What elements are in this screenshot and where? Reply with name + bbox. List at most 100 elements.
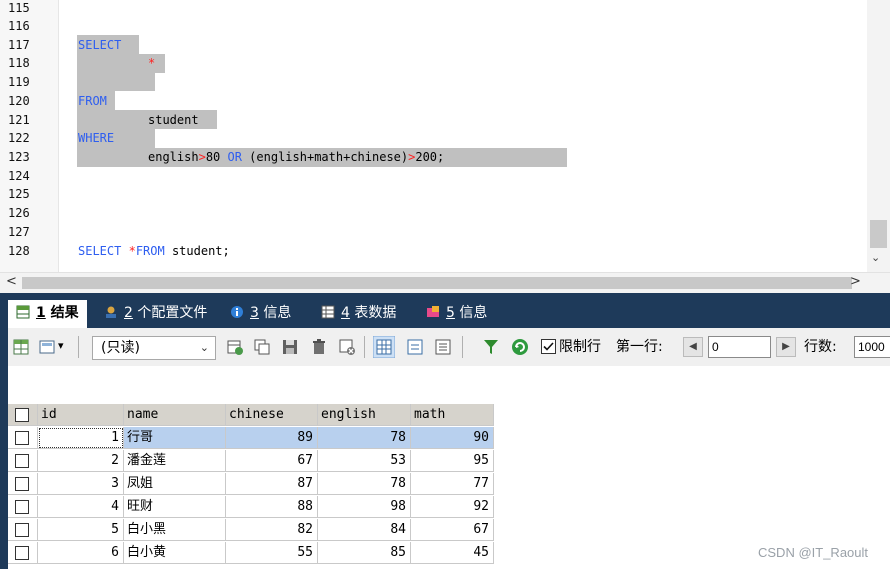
vertical-scrollbar[interactable]: ⌄ bbox=[867, 0, 890, 272]
row-select-cell[interactable] bbox=[8, 542, 38, 564]
refresh-icon[interactable] bbox=[511, 338, 529, 356]
cell-math[interactable]: 45 bbox=[411, 542, 494, 564]
cell-chinese[interactable]: 55 bbox=[226, 542, 318, 564]
cell-math[interactable]: 67 bbox=[411, 519, 494, 541]
limit-rows-checkbox[interactable] bbox=[541, 339, 556, 354]
row-checkbox[interactable] bbox=[15, 500, 29, 514]
filter-icon[interactable] bbox=[482, 338, 500, 356]
duplicate-row-icon[interactable] bbox=[253, 338, 271, 356]
tab-info[interactable]: 5 信息 bbox=[426, 300, 487, 326]
cell-chinese[interactable]: 89 bbox=[226, 427, 318, 449]
text-view-icon[interactable] bbox=[434, 338, 452, 356]
separator bbox=[462, 336, 463, 358]
column-header-math[interactable]: math bbox=[411, 404, 494, 426]
cancel-changes-icon[interactable] bbox=[338, 338, 356, 356]
scroll-right-icon[interactable]: > bbox=[850, 274, 861, 289]
form-view-icon[interactable] bbox=[406, 338, 424, 356]
cell-chinese[interactable]: 82 bbox=[226, 519, 318, 541]
cell-name[interactable]: 凤姐 bbox=[124, 473, 226, 495]
mode-select[interactable]: (只读) ⌄ bbox=[92, 336, 216, 360]
cell-id[interactable]: 4 bbox=[38, 496, 124, 518]
save-result-icon[interactable] bbox=[38, 338, 56, 356]
tab-profiles[interactable]: 2 个配置文件 bbox=[104, 300, 207, 326]
row-select-cell[interactable] bbox=[8, 496, 38, 518]
cell-english[interactable]: 53 bbox=[318, 450, 411, 472]
sql-operator: > bbox=[198, 150, 206, 164]
column-header-id[interactable]: id bbox=[38, 404, 124, 426]
sql-editor[interactable]: 115 116 117 118 119 120 121 122 123 124 … bbox=[0, 0, 890, 272]
cell-name[interactable]: 潘金莲 bbox=[124, 450, 226, 472]
column-header-name[interactable]: name bbox=[124, 404, 226, 426]
cell-id[interactable]: 3 bbox=[38, 473, 124, 495]
cell-name[interactable]: 旺财 bbox=[124, 496, 226, 518]
export-grid-icon[interactable] bbox=[12, 338, 30, 356]
tab-results[interactable]: 1 结果 bbox=[8, 300, 87, 329]
line-number: 117 bbox=[8, 38, 30, 52]
prev-page-icon[interactable]: ◀ bbox=[683, 337, 703, 357]
cell-name[interactable]: 白小黄 bbox=[124, 542, 226, 564]
row-checkbox[interactable] bbox=[15, 454, 29, 468]
separator bbox=[364, 336, 365, 358]
row-count-input[interactable]: 1000 bbox=[854, 336, 890, 358]
cell-math[interactable]: 95 bbox=[411, 450, 494, 472]
cell-name[interactable]: 白小黑 bbox=[124, 519, 226, 541]
row-checkbox[interactable] bbox=[15, 477, 29, 491]
cell-english[interactable]: 78 bbox=[318, 473, 411, 495]
cell-id[interactable]: 6 bbox=[38, 542, 124, 564]
tab-table-data[interactable]: 4 表数据 bbox=[321, 300, 396, 326]
vertical-scroll-thumb[interactable] bbox=[870, 220, 887, 248]
cell-chinese[interactable]: 87 bbox=[226, 473, 318, 495]
scroll-left-icon[interactable]: < bbox=[6, 274, 17, 289]
code-area[interactable]: SELECT * FROM student WHERE english>80 O… bbox=[59, 0, 867, 272]
delete-icon[interactable] bbox=[310, 338, 328, 356]
line-number: 127 bbox=[8, 225, 30, 239]
mode-select-value: (只读) bbox=[101, 340, 140, 356]
cell-id[interactable]: 2 bbox=[38, 450, 124, 472]
tab-messages[interactable]: 3 信息 bbox=[230, 300, 291, 326]
results-grid-icon bbox=[16, 305, 30, 319]
cell-name[interactable]: 行哥 bbox=[124, 427, 226, 449]
grid-view-icon[interactable] bbox=[373, 336, 395, 358]
column-header-english[interactable]: english bbox=[318, 404, 411, 426]
line-number: 119 bbox=[8, 75, 30, 89]
cell-english[interactable]: 85 bbox=[318, 542, 411, 564]
sql-star: * bbox=[148, 56, 156, 70]
sql-token: (english+math+chinese) bbox=[241, 150, 409, 164]
row-checkbox[interactable] bbox=[15, 523, 29, 537]
chevron-down-icon[interactable]: ⌄ bbox=[871, 251, 880, 264]
sql-keyword-from: FROM bbox=[78, 94, 107, 108]
cell-id[interactable]: 1 bbox=[38, 427, 124, 449]
cell-english[interactable]: 98 bbox=[318, 496, 411, 518]
column-header-chinese[interactable]: chinese bbox=[226, 404, 318, 426]
line-number: 125 bbox=[8, 187, 30, 201]
row-select-cell[interactable] bbox=[8, 450, 38, 472]
cell-math[interactable]: 92 bbox=[411, 496, 494, 518]
cell-english[interactable]: 78 bbox=[318, 427, 411, 449]
line-number: 116 bbox=[8, 19, 30, 33]
select-all-cell[interactable] bbox=[8, 404, 38, 426]
horizontal-scroll-thumb[interactable] bbox=[22, 277, 852, 289]
row-checkbox[interactable] bbox=[15, 431, 29, 445]
cell-chinese[interactable]: 67 bbox=[226, 450, 318, 472]
insert-row-icon[interactable] bbox=[226, 338, 244, 356]
profile-icon bbox=[106, 306, 116, 318]
next-page-icon[interactable]: ▶ bbox=[776, 337, 796, 357]
sql-token: 200; bbox=[415, 150, 445, 164]
first-row-input[interactable]: 0 bbox=[708, 336, 771, 358]
cell-math[interactable]: 90 bbox=[411, 427, 494, 449]
row-select-cell[interactable] bbox=[8, 519, 38, 541]
row-checkbox[interactable] bbox=[15, 546, 29, 560]
cell-math[interactable]: 77 bbox=[411, 473, 494, 495]
tab-number: 5 bbox=[446, 305, 455, 321]
dropdown-arrow-icon[interactable]: ▾ bbox=[58, 337, 64, 355]
save-icon[interactable] bbox=[281, 338, 299, 356]
sql-token: 80 bbox=[205, 150, 228, 164]
horizontal-scrollbar[interactable]: < > bbox=[0, 272, 890, 293]
select-all-checkbox[interactable] bbox=[15, 408, 29, 422]
cell-chinese[interactable]: 88 bbox=[226, 496, 318, 518]
row-select-cell[interactable] bbox=[8, 427, 38, 449]
cell-id[interactable]: 5 bbox=[38, 519, 124, 541]
cell-english[interactable]: 84 bbox=[318, 519, 411, 541]
sql-keyword-select: SELECT bbox=[78, 244, 129, 258]
row-select-cell[interactable] bbox=[8, 473, 38, 495]
